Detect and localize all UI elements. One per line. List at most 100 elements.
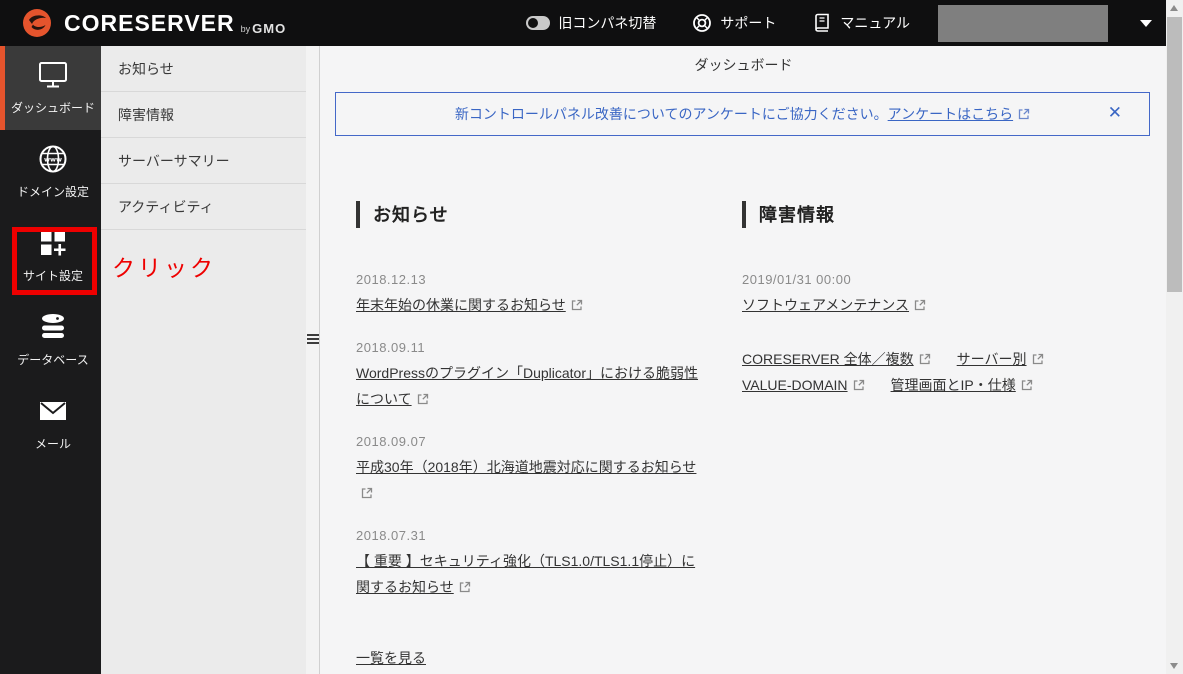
external-link-icon: [853, 379, 865, 391]
news-item-link[interactable]: 年末年始の休業に関するお知らせ: [356, 297, 583, 313]
external-link-icon: [459, 581, 471, 593]
incidents-section-title: 障害情報: [759, 201, 835, 227]
incidents-section: 障害情報 2019/01/31 00:00 ソフトウェアメンテナンス CORES…: [742, 200, 1142, 668]
incident-link-coreserver-all[interactable]: CORESERVER 全体／複数: [742, 346, 931, 372]
brand-by: by: [241, 24, 251, 38]
sidebar-item-domain[interactable]: www ドメイン設定: [0, 130, 101, 214]
external-link-icon: [571, 299, 583, 311]
header-nav: 旧コンパネ切替 サポート: [526, 13, 910, 33]
external-link-icon: [1021, 379, 1033, 391]
survey-banner-link[interactable]: アンケートはこちら: [888, 104, 1013, 124]
scrollbar-up-arrow-icon[interactable]: [1170, 5, 1178, 11]
manual-label: マニュアル: [840, 13, 910, 33]
external-link-icon: [361, 487, 373, 499]
monitor-icon: [38, 60, 68, 90]
menu-grip-icon[interactable]: [307, 334, 319, 344]
main-content: ダッシュボード 新コントロールパネル改善についてのアンケートにご協力ください。 …: [321, 46, 1166, 674]
toggle-icon: [526, 16, 550, 30]
external-link-icon: [919, 353, 931, 365]
news-more-link[interactable]: 一覧を見る: [356, 648, 426, 668]
submenu-item-incidents[interactable]: 障害情報: [101, 92, 306, 138]
vertical-scrollbar[interactable]: [1166, 0, 1183, 674]
incident-item: 2019/01/31 00:00 ソフトウェアメンテナンス: [742, 272, 1142, 318]
top-header: CORESERVER by GMO 旧コンパネ切替 サポート: [0, 0, 1166, 46]
account-name-redacted: [938, 5, 1108, 42]
sidebar-label-site-settings: サイト設定: [23, 267, 83, 284]
submenu-label-incidents: 障害情報: [118, 105, 174, 125]
sidebar-label-database: データベース: [17, 351, 88, 368]
coreserver-logo-icon: [22, 8, 52, 38]
news-item-date: 2018.12.13: [356, 272, 701, 287]
news-item: 2018.07.31 【 重要 】セキュリティ強化（TLS1.0/TLS1.1停…: [356, 528, 701, 600]
incident-link-per-server[interactable]: サーバー別: [957, 346, 1044, 372]
section-accent-bar: [356, 201, 360, 228]
news-item-link[interactable]: 【 重要 】セキュリティ強化（TLS1.0/TLS1.1停止）に関するお知らせ: [356, 553, 695, 595]
incident-quick-links: CORESERVER 全体／複数 サーバー別 VALUE-DOMAIN 管理画面…: [742, 346, 1142, 398]
coreserver-logo[interactable]: CORESERVER by GMO: [0, 8, 286, 38]
support-label: サポート: [720, 13, 776, 33]
sidebar-item-site-settings[interactable]: サイト設定: [0, 214, 101, 298]
incident-link-admin-ip-spec[interactable]: 管理画面とIP・仕様: [891, 372, 1033, 398]
external-link-icon: [417, 393, 429, 405]
banner-close-icon[interactable]: ✕: [1108, 103, 1122, 123]
news-list: 2018.12.13 年末年始の休業に関するお知らせ 2018.09.11 Wo…: [356, 272, 701, 600]
submenu-item-news[interactable]: お知らせ: [101, 46, 306, 92]
book-icon: [812, 13, 832, 33]
survey-banner-message: 新コントロールパネル改善についてのアンケートにご協力ください。: [455, 104, 888, 124]
submenu-collapse-strip: [306, 46, 320, 674]
incident-link-value-domain[interactable]: VALUE-DOMAIN: [742, 372, 865, 398]
annotation-click-label: クリック: [112, 249, 216, 283]
news-item-link[interactable]: WordPressのプラグイン「Duplicator」における脆弱性について: [356, 365, 698, 407]
incidents-list: 2019/01/31 00:00 ソフトウェアメンテナンス: [742, 272, 1142, 318]
coreserver-control-panel: CORESERVER by GMO 旧コンパネ切替 サポート: [0, 0, 1183, 674]
lifebuoy-icon: [692, 13, 712, 33]
news-item: 2018.09.07 平成30年（2018年）北海道地震対応に関するお知らせ: [356, 434, 701, 506]
old-panel-switch[interactable]: 旧コンパネ切替: [526, 13, 656, 33]
brand-company: GMO: [252, 21, 286, 38]
external-link-icon: [1032, 353, 1044, 365]
submenu-item-server-summary[interactable]: サーバーサマリー: [101, 138, 306, 184]
grid-plus-icon: [38, 228, 68, 258]
support-link[interactable]: サポート: [692, 13, 776, 33]
incident-item-date: 2019/01/31 00:00: [742, 272, 1142, 287]
mail-icon: [38, 396, 68, 426]
news-item-link[interactable]: 平成30年（2018年）北海道地震対応に関するお知らせ: [356, 459, 696, 501]
news-item: 2018.12.13 年末年始の休業に関するお知らせ: [356, 272, 701, 318]
sidebar-label-domain: ドメイン設定: [17, 183, 89, 200]
dashboard-submenu: お知らせ 障害情報 サーバーサマリー アクティビティ: [101, 46, 306, 674]
page-title: ダッシュボード: [321, 46, 1166, 84]
old-panel-switch-label: 旧コンパネ切替: [558, 13, 656, 33]
news-item: 2018.09.11 WordPressのプラグイン「Duplicator」にお…: [356, 340, 701, 412]
news-item-date: 2018.09.07: [356, 434, 701, 449]
scrollbar-thumb[interactable]: [1167, 17, 1182, 292]
incidents-section-header: 障害情報: [742, 200, 1142, 228]
brand-name: CORESERVER: [64, 10, 235, 37]
news-section-title: お知らせ: [373, 201, 449, 227]
svg-text:www: www: [44, 156, 62, 164]
news-item-date: 2018.09.11: [356, 340, 701, 355]
manual-link[interactable]: マニュアル: [812, 13, 910, 33]
globe-icon: www: [38, 144, 68, 174]
submenu-label-activity: アクティビティ: [118, 197, 214, 217]
sidebar-item-mail[interactable]: メール: [0, 382, 101, 466]
incident-item-link[interactable]: ソフトウェアメンテナンス: [742, 297, 926, 313]
sidebar-item-dashboard[interactable]: ダッシュボード: [0, 46, 101, 130]
external-link-icon: [1018, 108, 1030, 120]
database-icon: [38, 312, 68, 342]
survey-banner: 新コントロールパネル改善についてのアンケートにご協力ください。 アンケートはこち…: [335, 92, 1150, 136]
submenu-item-activity[interactable]: アクティビティ: [101, 184, 306, 230]
news-section: お知らせ 2018.12.13 年末年始の休業に関するお知らせ 2018.09.…: [356, 200, 701, 668]
scrollbar-down-arrow-icon[interactable]: [1170, 663, 1178, 669]
sidebar-label-dashboard: ダッシュボード: [11, 99, 95, 116]
sidebar-item-database[interactable]: データベース: [0, 298, 101, 382]
dashboard-columns: お知らせ 2018.12.13 年末年始の休業に関するお知らせ 2018.09.…: [321, 200, 1166, 668]
news-section-header: お知らせ: [356, 200, 701, 228]
submenu-label-server-summary: サーバーサマリー: [118, 151, 230, 171]
main-sidebar: ダッシュボード www ドメイン設定: [0, 46, 101, 674]
news-item-date: 2018.07.31: [356, 528, 701, 543]
section-accent-bar: [742, 201, 746, 228]
account-menu-caret-icon[interactable]: [1140, 20, 1152, 27]
external-link-icon: [914, 299, 926, 311]
sidebar-label-mail: メール: [35, 435, 71, 452]
submenu-label-news: お知らせ: [118, 59, 174, 79]
